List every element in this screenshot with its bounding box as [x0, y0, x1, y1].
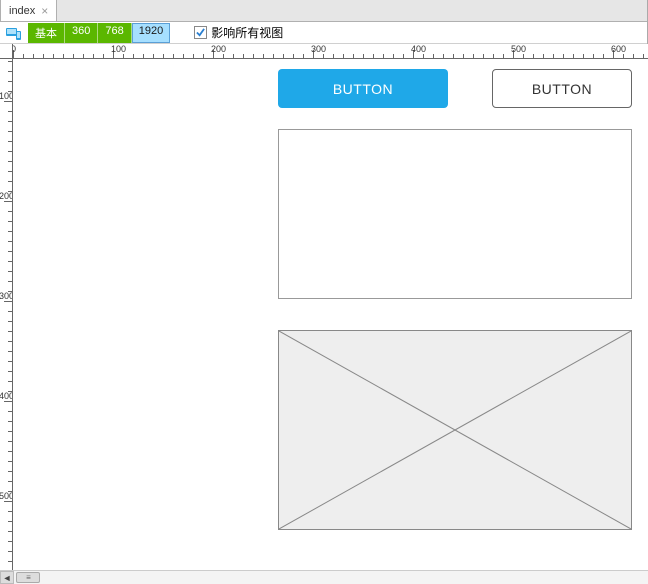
close-icon[interactable]: × — [41, 5, 48, 17]
ruler-v-label: 400 — [0, 391, 11, 401]
scroll-thumb[interactable]: ≡ — [16, 572, 40, 583]
rectangle-shape[interactable] — [278, 129, 632, 299]
ruler-v-label: 300 — [0, 291, 11, 301]
breakpoint-360[interactable]: 360 — [65, 23, 98, 43]
button-primary[interactable]: BUTTON — [278, 69, 448, 108]
ruler-h-label: 600 — [611, 44, 626, 54]
checkbox-icon — [194, 26, 207, 39]
horizontal-scrollbar[interactable]: ◄ ≡ — [0, 570, 648, 584]
button-primary-label: BUTTON — [333, 81, 393, 97]
image-placeholder[interactable] — [278, 330, 632, 530]
ruler-h-label: 500 — [511, 44, 526, 54]
breakpoint-768[interactable]: 768 — [98, 23, 131, 43]
tab-index[interactable]: index × — [0, 0, 57, 21]
ruler-v-label: 100 — [0, 91, 11, 101]
tab-label: index — [9, 5, 35, 17]
button-outline[interactable]: BUTTON — [492, 69, 632, 108]
toolbar: 基本 360 768 1920 影响所有视图 — [0, 22, 647, 44]
ruler-horizontal[interactable]: 0 100 200 300 400 500 600 — [13, 44, 648, 59]
scroll-left-arrow[interactable]: ◄ — [0, 571, 14, 584]
breakpoint-basic[interactable]: 基本 — [28, 23, 65, 43]
ruler-h-label: 200 — [211, 44, 226, 54]
ruler-h-label: 100 — [111, 44, 126, 54]
breakpoint-group: 基本 360 768 1920 — [28, 23, 170, 43]
ruler-h-label: 300 — [311, 44, 326, 54]
tab-bar: index × — [0, 0, 647, 22]
ruler-v-label: 500 — [0, 491, 11, 501]
breakpoint-1920[interactable]: 1920 — [132, 23, 170, 43]
affect-all-views-label: 影响所有视图 — [211, 24, 283, 41]
affect-all-views-row[interactable]: 影响所有视图 — [194, 24, 283, 41]
canvas[interactable]: BUTTON BUTTON — [13, 59, 648, 570]
ruler-vertical[interactable]: 100 200 300 400 500 — [0, 59, 13, 570]
scroll-track[interactable]: ≡ — [14, 571, 648, 584]
ruler-v-label: 200 — [0, 191, 11, 201]
ruler-h-label: 0 — [13, 44, 16, 54]
device-icon[interactable] — [6, 26, 22, 40]
button-outline-label: BUTTON — [532, 81, 592, 97]
ruler-corner — [0, 44, 13, 59]
ruler-h-label: 400 — [411, 44, 426, 54]
